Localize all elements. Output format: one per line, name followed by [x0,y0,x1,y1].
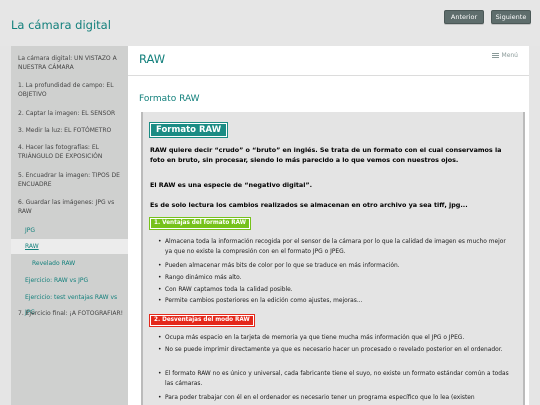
sidebar-item-objetivo[interactable]: 1. La profundidad de campo: EL OBJETIVO [18,81,126,99]
sidebar-item-exposicion[interactable]: 4. Hacer las fotografías: EL TRIÁNGULO D… [18,143,126,161]
sidebar-subitem-ejercicio-test[interactable]: Ejercicio: test ventajas RAW vs JPG [11,290,128,316]
sidebar-item-fotometro[interactable]: 3. Medir la luz: EL FOTÓMETRO [18,126,126,135]
list-item: Rango dinámico más alto. [158,273,513,283]
sidebar-item-intro[interactable]: La cámara digital: UN VISTAZO A NUESTRA … [18,54,126,72]
previous-button[interactable]: Anterior [444,10,484,24]
main-content: RAW Menú Formato RAW Formato RAW RAW qui… [128,46,529,405]
next-button[interactable]: Siguiente [491,10,531,24]
sidebar-subitem-jpg[interactable]: JPG [11,223,128,238]
sidebar-subitem-label: Ejercicio: RAW vs JPG [25,277,89,284]
sidebar-item-ejercicio-final[interactable]: 7. Ejercicio final: ¡A FOTOGRAFIAR! [18,309,126,318]
top-bar: La cámara digital Anterior Siguiente [0,0,540,46]
disadvantages-label: 2. Desventajas del modo RAW [149,314,255,327]
menu-label: Menú [501,52,518,59]
page-title: RAW [139,52,166,66]
menu-toggle[interactable]: Menú [491,52,518,59]
article-heading: Formato RAW [148,122,229,138]
sidebar: La cámara digital: UN VISTAZO A NUESTRA … [11,46,128,405]
sidebar-item-encuadre[interactable]: 5. Encuadrar la imagen: TIPOS DE ENCUADR… [18,171,126,189]
sidebar-item-sensor[interactable]: 2. Captar la imagen: EL SENSOR [18,109,126,118]
sidebar-item-guardar[interactable]: 6. Guardar las imágenes: JPG vs RAW [18,198,126,216]
hamburger-icon [491,53,499,58]
list-item: Con RAW captamos toda la calidad posible… [158,285,513,295]
list-item: Pueden almacenar más bits de color por l… [158,261,513,271]
advantages-label: 1. Ventajas del formato RAW [148,217,252,230]
sidebar-subitem-ejercicio-raw-jpg[interactable]: Ejercicio: RAW vs JPG [11,273,128,288]
site-title[interactable]: La cámara digital [11,18,111,32]
list-item: Permite cambios posteriores en la edició… [158,296,513,306]
sidebar-subitem-label: RAW [25,243,39,250]
section-title: Formato RAW [139,94,200,104]
divider [128,75,529,76]
sidebar-subitem-label: Revelado RAW [32,260,76,267]
sidebar-subitem-raw[interactable]: RAW [11,239,128,254]
list-item: Para poder trabajar con él en el ordenad… [158,393,513,403]
list-item: Almacena toda la información recogida po… [158,237,513,257]
article-paragraph: Es de solo lectura los cambios realizado… [150,201,468,209]
article-box: Formato RAW RAW quiere decir “crudo” o “… [141,112,525,405]
sidebar-subitem-revelado-raw[interactable]: Revelado RAW [11,256,128,271]
list-item: Ocupa más espacio en la tarjeta de memor… [158,333,513,343]
sidebar-subitem-label: JPG [25,227,36,234]
article-paragraph: RAW quiere decir “crudo” o “bruto” en in… [150,146,502,164]
article-paragraph: El RAW es una especie de “negativo digit… [150,181,313,189]
list-item: El formato RAW no es único y universal, … [158,369,513,389]
list-item: No se puede imprimir directamente ya que… [158,345,513,355]
